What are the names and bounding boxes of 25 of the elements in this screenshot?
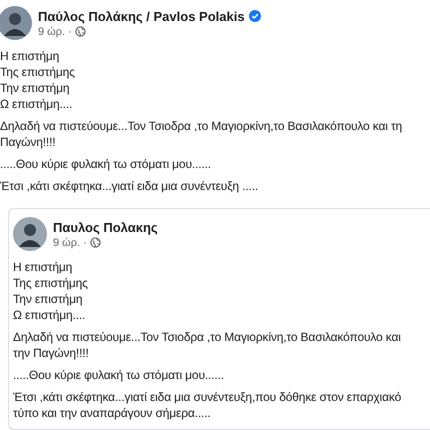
post-text: Δηλαδή να πιστεύουμε...Τον Τσιοδρα ,το Μαγιορκίνη,το Βασιλακόπουλο και xyxy=(13,329,401,345)
author-name[interactable]: Παυλος Πολακης xyxy=(53,220,158,234)
post-text: .....Θου κύριε φυλακή τω στόματι μου...... xyxy=(13,367,224,383)
post-text: Της επιστήμης xyxy=(0,64,75,80)
globe-icon xyxy=(90,237,101,248)
post-text: Ω επιστήμη.... xyxy=(13,307,86,323)
post-text: την Παγώνη!!!! xyxy=(13,345,89,361)
post-text: Παγώνη!!!! xyxy=(0,134,56,150)
post-text: Ω επιστήμη.... xyxy=(0,96,72,112)
post-time[interactable]: 9 ώρ. · xyxy=(38,26,72,38)
post-text: Την επιστήμη xyxy=(0,80,70,96)
post-text: Η επιστήμη xyxy=(0,48,60,64)
post-text: Έτσι ,κάτι σκέφτηκα...γιατί ειδα μια συνέντευξη,που δόθηκε στον επαρχιακό xyxy=(13,389,402,405)
avatar-icon[interactable] xyxy=(13,217,47,251)
post-text: Η επιστήμη xyxy=(13,259,72,275)
globe-icon xyxy=(74,26,86,37)
post-text: Την επιστήμη xyxy=(13,291,82,307)
post-time[interactable]: 9 ώρ. · xyxy=(53,236,87,248)
post-text: Της επιστήμης xyxy=(13,275,88,291)
post-text: Έτσι ,κάτι σκέφτηκα...γιατί ειδα μια συνέντευξη ..... xyxy=(0,178,258,194)
post-text: .....Θου κύριε φυλακή τω στόματι μου...... xyxy=(0,156,211,172)
author-name[interactable]: Παύλος Πολάκης / Pavlos Polakis xyxy=(38,8,245,24)
post-text: Δηλαδή να πιστεύουμε...Τον Τσιοδρα ,το Μαγιορκίνη,το Βασιλακόπουλο και τη xyxy=(0,118,402,134)
avatar-icon[interactable] xyxy=(0,6,32,40)
post-text: τύπο και την αναπαράγουν σήμερα..... xyxy=(13,405,211,421)
